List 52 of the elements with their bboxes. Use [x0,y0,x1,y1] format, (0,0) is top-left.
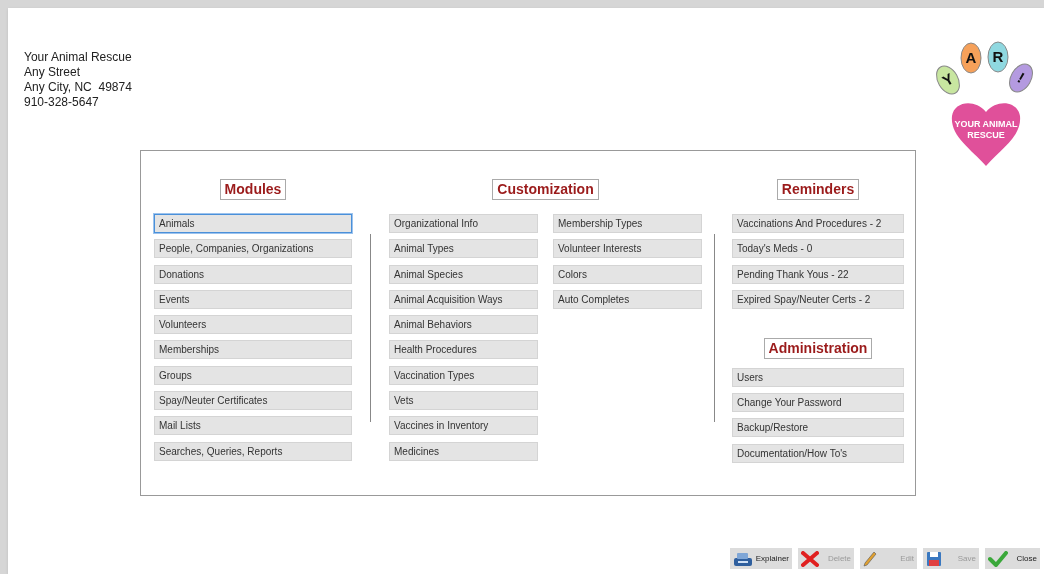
logo-letter: R [992,48,1004,65]
menu-button[interactable]: Spay/Neuter Certificates [154,391,352,411]
section-heading: Modules [219,179,287,200]
menu-button[interactable]: Documentation/How To's [732,443,904,463]
menu-button[interactable]: Vaccination Types [389,365,538,385]
menu-button[interactable]: Organizational Info [389,214,538,233]
close-button[interactable]: Close [985,548,1040,569]
menu-button[interactable]: Volunteers [154,315,352,335]
menu-button[interactable]: Medicines [389,441,538,461]
menu-button[interactable]: Animal Types [389,239,538,259]
logo-letter: Y [939,69,957,90]
menu-button[interactable]: Health Procedures [389,340,538,360]
menu-button[interactable]: Animal Acquisition Ways [389,289,538,309]
menu-button[interactable]: Donations [154,264,352,284]
menu-button[interactable]: Mail Lists [154,416,352,436]
logo-letter: ! [1014,68,1028,87]
menu-button[interactable]: Memberships [154,340,352,360]
address-line: Your Animal Rescue [24,50,133,65]
menu-button[interactable]: Users [732,367,904,387]
menu-button[interactable]: Pending Thank Yous - 22 [732,264,904,284]
menu-button[interactable]: Searches, Queries, Reports [154,441,352,461]
logo-letter: A [965,49,977,66]
menu-button[interactable]: Animals [154,214,352,233]
menu-button[interactable]: Auto Completes [553,289,702,309]
section-heading: Customization [492,179,599,200]
menu-button[interactable]: Events [154,289,352,309]
menu-button[interactable]: Expired Spay/Neuter Certs - 2 [732,289,904,309]
menu-button[interactable]: Colors [553,264,702,284]
menu-button[interactable]: Vets [389,391,538,411]
menu-button[interactable]: Vaccines in Inventory [389,416,538,436]
pencil-icon [863,550,877,567]
menu-button[interactable]: Volunteer Interests [553,239,702,259]
menu-button[interactable]: Backup/Restore [732,418,904,438]
menu-button[interactable]: Animal Behaviors [389,315,538,335]
menu-button[interactable]: People, Companies, Organizations [154,239,352,259]
menu-button[interactable]: Change Your Password [732,393,904,413]
menu-button[interactable]: Vaccinations And Procedures - 2 [732,214,904,233]
section-heading: Reminders [776,179,860,200]
logo-caption: YOUR ANIMAL [954,119,1018,129]
explainer-button[interactable]: Explainer [730,548,792,569]
section-heading: Administration [763,337,873,359]
menu-button[interactable]: Membership Types [553,214,702,233]
menu-button[interactable]: Today's Meds - 0 [732,239,904,259]
logo-caption: RESCUE [967,130,1005,140]
menu-button[interactable]: Groups [154,365,352,385]
address-line: 910-328-5647 [24,95,100,110]
checkmark-icon [988,550,1008,567]
address-line: Any City, NC 49874 [24,80,133,95]
menu-button[interactable]: Animal Species [389,264,538,284]
address-line: Any Street [24,65,82,80]
machine-icon [733,550,753,567]
x-icon [801,550,819,567]
